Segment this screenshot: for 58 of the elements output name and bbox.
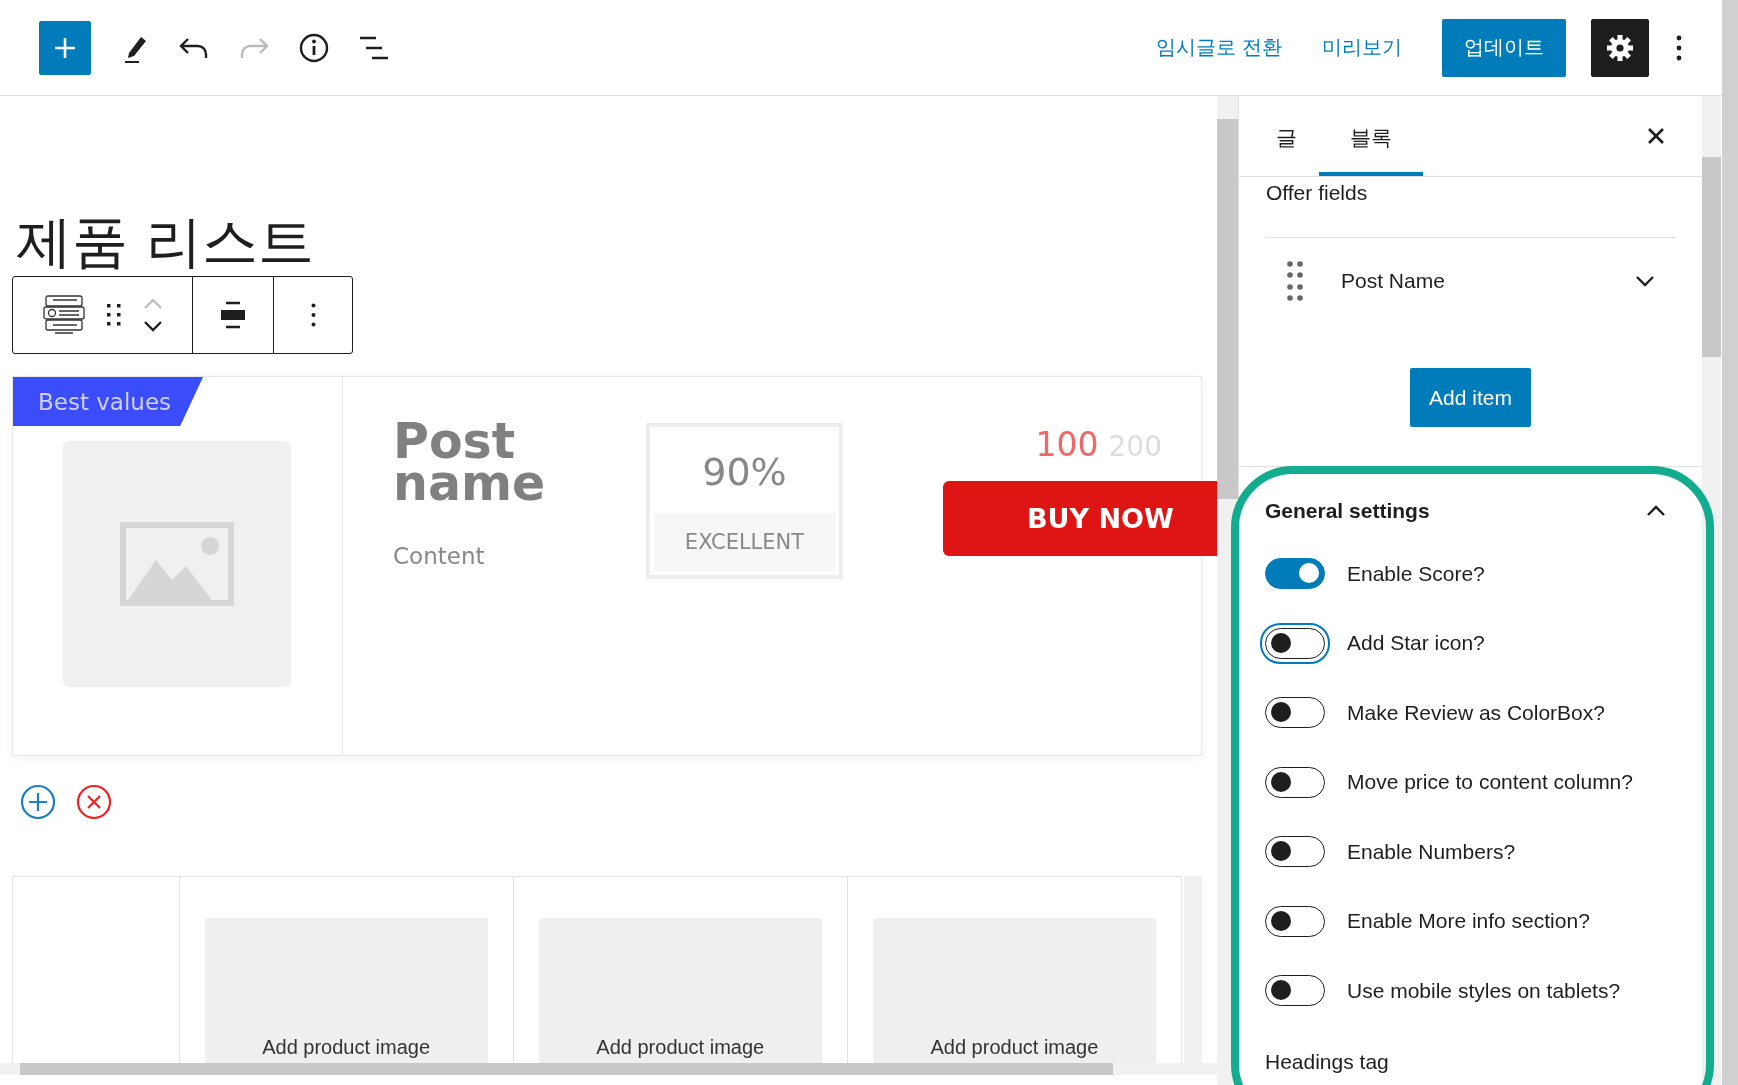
toggle-label[interactable]: Add Star icon? — [1347, 631, 1485, 656]
toggle-switch[interactable] — [1265, 975, 1325, 1007]
sale-price: 100 — [1035, 425, 1099, 464]
drag-handle-icon[interactable] — [1286, 260, 1304, 302]
toggle-label[interactable]: Move price to content column? — [1347, 770, 1633, 795]
add-image-label[interactable]: Add product image — [930, 1036, 1099, 1059]
align-icon[interactable] — [220, 301, 246, 329]
close-icon[interactable] — [1647, 127, 1665, 145]
image-icon — [120, 522, 234, 606]
list-view-icon[interactable] — [359, 35, 389, 60]
block-type-icon[interactable] — [42, 295, 85, 335]
panel-title[interactable]: General settings — [1265, 499, 1430, 523]
toggle-switch[interactable] — [1265, 905, 1325, 937]
chevron-icon[interactable] — [1635, 275, 1655, 287]
add-image-label[interactable]: Add product image — [596, 1036, 765, 1059]
score-label: EXCELLENT — [654, 513, 835, 571]
undo-icon[interactable] — [179, 36, 209, 59]
image-placeholder[interactable]: Add product image — [538, 918, 822, 1063]
drag-handle-icon[interactable] — [106, 304, 121, 326]
switch-to-draft-link[interactable]: 임시글로 전환 — [1156, 34, 1282, 61]
toggle-label[interactable]: Use mobile styles on tablets? — [1347, 978, 1621, 1003]
toggle-switch[interactable] — [1265, 836, 1325, 868]
more-options-icon[interactable] — [1676, 34, 1682, 61]
toggle-switch[interactable] — [1265, 697, 1325, 729]
product-description: Content — [393, 543, 486, 570]
field-label[interactable]: Post Name — [1341, 269, 1635, 293]
add-item-button[interactable]: Add item — [1410, 368, 1531, 427]
info-icon[interactable] — [299, 32, 329, 63]
toggle-switch[interactable] — [1265, 766, 1325, 798]
image-placeholder[interactable]: Add product image — [204, 918, 488, 1063]
sidebar-tab[interactable]: 블록 — [1319, 96, 1423, 176]
update-button[interactable]: 업데이트 — [1442, 18, 1566, 77]
sidebar-tab[interactable]: 글 — [1251, 96, 1319, 176]
toggle-switch[interactable] — [1265, 558, 1325, 590]
add-row-icon[interactable] — [20, 784, 56, 820]
post-title[interactable]: 제품 리스트 — [16, 214, 1217, 276]
add-block-button[interactable] — [39, 20, 91, 75]
ribbon-badge: Best values — [13, 377, 203, 426]
remove-row-icon[interactable] — [76, 784, 112, 820]
score-value: 90% — [701, 449, 788, 496]
section-title[interactable]: Offer fields — [1266, 177, 1702, 237]
settings-button[interactable] — [1591, 18, 1649, 77]
toggle-label[interactable]: Make Review as ColorBox? — [1347, 700, 1605, 725]
toggle-label[interactable]: Enable Numbers? — [1347, 839, 1516, 864]
scrollbar[interactable] — [1722, 0, 1738, 1085]
toggle-label[interactable]: Enable More info section? — [1347, 909, 1590, 934]
toggle-label[interactable]: Enable Score? — [1347, 561, 1485, 586]
add-image-label[interactable]: Add product image — [262, 1036, 431, 1059]
scrollbar[interactable] — [0, 1063, 1217, 1075]
buy-now-button[interactable]: BUY NOW — [943, 481, 1217, 556]
product-name: Post name — [393, 421, 547, 506]
move-down-icon[interactable] — [142, 320, 163, 332]
chevron-icon[interactable] — [1646, 505, 1666, 517]
gear-icon — [1606, 33, 1634, 62]
image-placeholder[interactable]: Add product image — [872, 918, 1156, 1063]
field-label: Headings tag — [1265, 1049, 1390, 1074]
more-options-icon[interactable] — [310, 303, 316, 327]
preview-link[interactable]: 미리보기 — [1322, 34, 1402, 61]
